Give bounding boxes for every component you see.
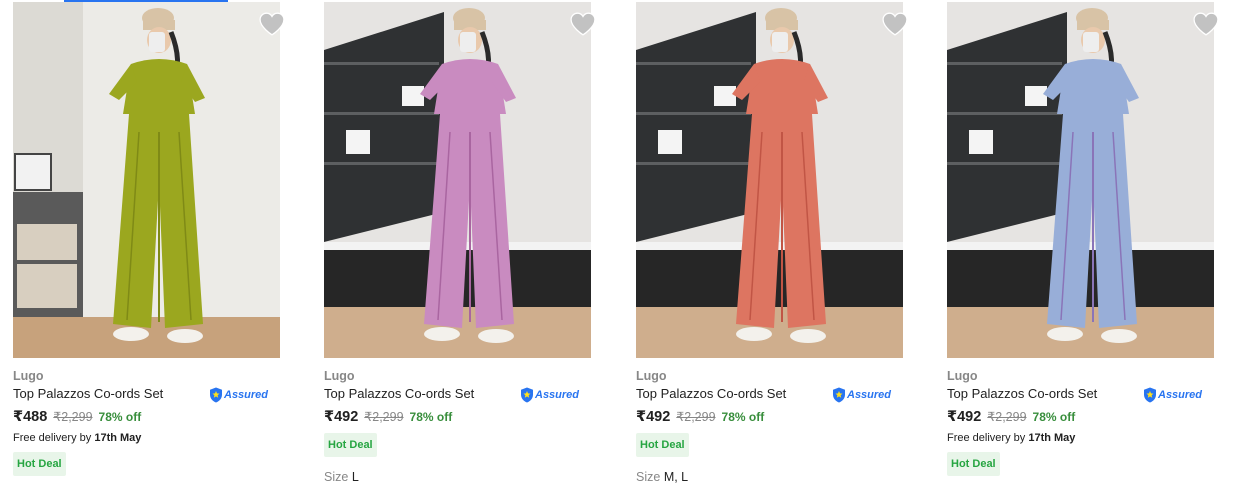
shield-icon — [833, 387, 845, 403]
original-price: ₹2,299 — [53, 410, 93, 424]
size-value: M, L — [663, 470, 689, 484]
assured-label: Assured — [535, 389, 580, 401]
original-price: ₹2,299 — [364, 410, 404, 424]
selling-price: ₹492 — [324, 409, 359, 425]
original-price: ₹2,299 — [676, 410, 716, 424]
hot-deal-badge: Hot Deal — [947, 452, 1000, 476]
assured-label: Assured — [224, 389, 269, 401]
product-image[interactable] — [636, 2, 903, 358]
heart-icon[interactable] — [1193, 12, 1219, 36]
product-brand: Lugo — [13, 369, 44, 383]
assured-label: Assured — [1158, 389, 1203, 401]
shield-icon — [1144, 387, 1156, 403]
delivery-info: Free delivery by 17th May — [13, 432, 141, 444]
price-row: ₹488 ₹2,299 78% off — [13, 409, 141, 425]
product-title[interactable]: Top Palazzos Co-ords Set — [13, 386, 163, 401]
discount-percent: 78% off — [98, 410, 142, 424]
product-image[interactable] — [947, 2, 1214, 358]
product-card[interactable]: Lugo Top Palazzos Co-ords Set Assured ₹4… — [947, 0, 1219, 483]
selling-price: ₹492 — [947, 409, 982, 425]
original-price: ₹2,299 — [987, 410, 1027, 424]
product-title[interactable]: Top Palazzos Co-ords Set — [947, 386, 1097, 401]
assured-badge: Assured — [832, 387, 891, 403]
delivery-date: 17th May — [94, 432, 142, 444]
product-title[interactable]: Top Palazzos Co-ords Set — [324, 386, 474, 401]
product-image[interactable] — [13, 2, 280, 358]
product-card[interactable]: Lugo Top Palazzos Co-ords Set Assured ₹4… — [636, 0, 908, 484]
size-label: Size — [324, 470, 349, 484]
hot-deal-badge: Hot Deal — [324, 433, 377, 457]
hot-deal-badge: Hot Deal — [636, 433, 689, 457]
heart-icon[interactable] — [259, 12, 285, 36]
product-card[interactable]: Lugo Top Palazzos Co-ords Set Assured ₹4… — [13, 0, 285, 483]
delivery-prefix: Free delivery by — [13, 432, 92, 444]
size-label: Size — [636, 470, 661, 484]
heart-icon[interactable] — [570, 12, 596, 36]
assured-badge: Assured — [209, 387, 268, 403]
discount-percent: 78% off — [409, 410, 453, 424]
discount-percent: 78% off — [721, 410, 765, 424]
product-brand: Lugo — [947, 369, 978, 383]
hot-deal-badge: Hot Deal — [13, 452, 66, 476]
selling-price: ₹488 — [13, 409, 48, 425]
size-info: Size L — [324, 470, 359, 484]
delivery-info: Free delivery by 17th May — [947, 432, 1075, 444]
product-card[interactable]: Lugo Top Palazzos Co-ords Set Assured ₹4… — [324, 0, 596, 484]
delivery-date: 17th May — [1028, 432, 1076, 444]
price-row: ₹492 ₹2,299 78% off — [947, 409, 1075, 425]
product-brand: Lugo — [324, 369, 355, 383]
heart-icon[interactable] — [882, 12, 908, 36]
size-info: Size M, L — [636, 470, 688, 484]
shield-icon — [521, 387, 533, 403]
selling-price: ₹492 — [636, 409, 671, 425]
product-image[interactable] — [324, 2, 591, 358]
product-brand: Lugo — [636, 369, 667, 383]
price-row: ₹492 ₹2,299 78% off — [324, 409, 452, 425]
size-value: L — [351, 470, 359, 484]
price-row: ₹492 ₹2,299 78% off — [636, 409, 764, 425]
assured-badge: Assured — [1143, 387, 1202, 403]
assured-badge: Assured — [520, 387, 579, 403]
shield-icon — [210, 387, 222, 403]
discount-percent: 78% off — [1032, 410, 1076, 424]
assured-label: Assured — [847, 389, 892, 401]
delivery-prefix: Free delivery by — [947, 432, 1026, 444]
product-title[interactable]: Top Palazzos Co-ords Set — [636, 386, 786, 401]
